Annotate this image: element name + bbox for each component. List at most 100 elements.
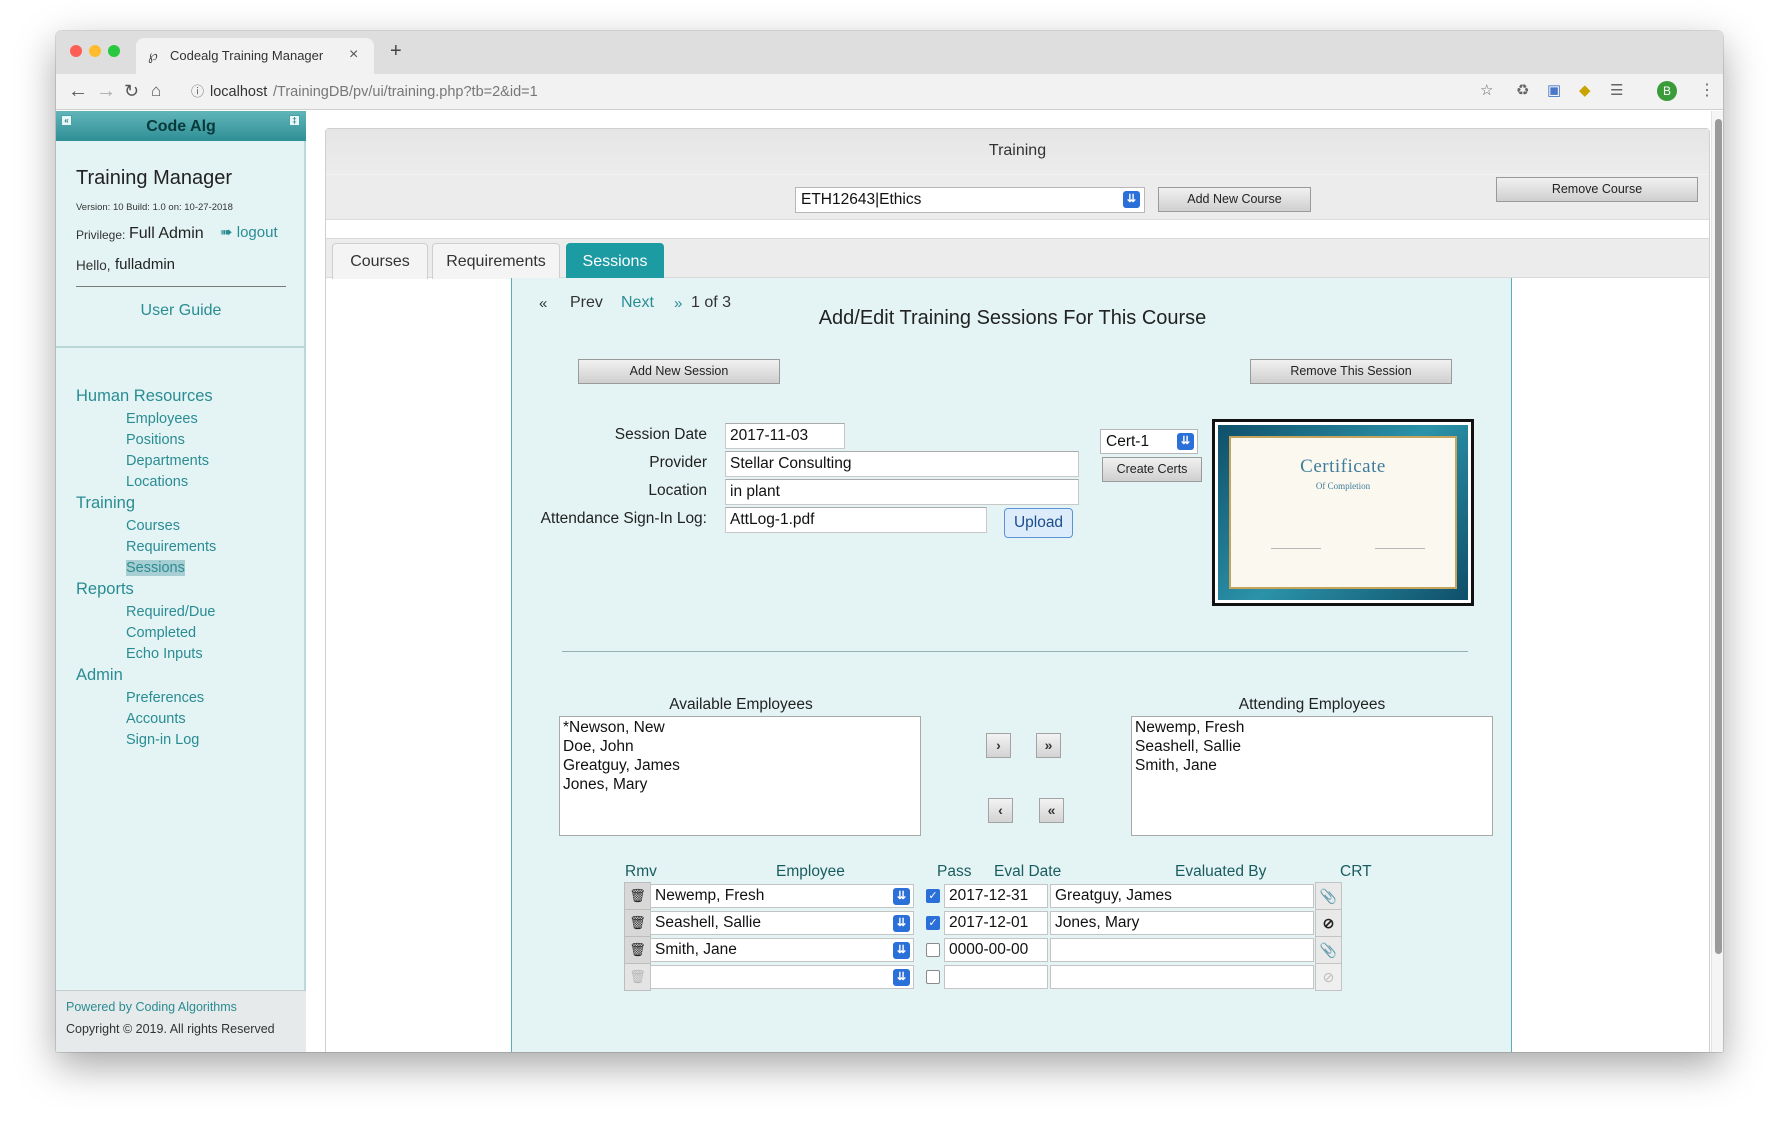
tab-sessions[interactable]: Sessions xyxy=(566,243,664,279)
ban-icon[interactable]: ⊘ xyxy=(1315,963,1342,991)
reload-icon[interactable]: ↻ xyxy=(124,79,139,103)
evaluated-by-field[interactable] xyxy=(1050,965,1314,989)
back-icon[interactable]: ← xyxy=(68,79,88,103)
recycle-extension-icon[interactable]: ♻ xyxy=(1516,81,1529,101)
employee-select[interactable]: Smith, Jane ⇊ xyxy=(650,938,914,962)
tab-close-icon[interactable]: × xyxy=(349,46,358,64)
logout-link[interactable]: ➠ logout xyxy=(220,223,278,241)
nav-item-requirements[interactable]: Requirements xyxy=(126,539,216,555)
nav-item-accounts[interactable]: Accounts xyxy=(126,711,186,727)
attending-employees-list[interactable]: Newemp, Fresh Seashell, Sallie Smith, Ja… xyxy=(1131,716,1493,836)
list-item[interactable]: Doe, John xyxy=(563,737,917,756)
hello-label: Hello, xyxy=(76,258,111,273)
evaluated-by-field[interactable]: Greatguy, James xyxy=(1050,884,1314,908)
nav-item-positions[interactable]: Positions xyxy=(126,432,185,448)
ban-icon[interactable]: ⊘ xyxy=(1315,909,1342,937)
collapse-sidebar-icon[interactable]: « xyxy=(61,115,72,126)
evaluated-by-field[interactable] xyxy=(1050,938,1314,962)
list-item[interactable]: Jones, Mary xyxy=(563,775,917,794)
nav-item-sign-in-log[interactable]: Sign-in Log xyxy=(126,732,199,748)
bookmark-star-icon[interactable]: ☆ xyxy=(1480,81,1493,101)
list-item[interactable]: Newemp, Fresh xyxy=(1135,718,1489,737)
add-course-button[interactable]: Add New Course xyxy=(1158,187,1311,212)
cert-select[interactable]: Cert-1 ⇊ xyxy=(1100,429,1198,454)
address-bar[interactable]: ⓘ localhost /TrainingDB/pv/ui/training.p… xyxy=(191,79,1536,105)
browser-tab[interactable]: ℘ Codealg Training Manager × xyxy=(136,38,374,74)
trash-icon[interactable]: 🗑 xyxy=(624,909,651,937)
nav-item-locations[interactable]: Locations xyxy=(126,474,188,490)
nav-item-courses[interactable]: Courses xyxy=(126,518,180,534)
scrollbar-thumb[interactable] xyxy=(1715,119,1722,954)
forward-icon[interactable]: → xyxy=(96,79,116,103)
list-item[interactable]: Smith, Jane xyxy=(1135,756,1489,775)
employee-select[interactable]: ⇊ xyxy=(650,965,914,989)
session-date-field[interactable]: 2017-11-03 xyxy=(725,423,845,449)
pass-checkbox[interactable] xyxy=(926,943,940,957)
nav-item-departments[interactable]: Departments xyxy=(126,453,209,469)
certificate-subtitle: Of Completion xyxy=(1315,481,1371,491)
eval-date-field[interactable]: 2017-12-31 xyxy=(944,884,1048,908)
nav-item-employees[interactable]: Employees xyxy=(126,411,198,427)
move-all-left-button[interactable]: « xyxy=(1039,798,1064,823)
paperclip-icon[interactable]: 📎 xyxy=(1315,936,1342,964)
eval-date-field[interactable]: 2017-12-01 xyxy=(944,911,1048,935)
home-icon[interactable]: ⌂ xyxy=(151,79,161,103)
eval-date-field[interactable]: 0000-00-00 xyxy=(944,938,1048,962)
cert-select-value: Cert-1 xyxy=(1106,433,1150,450)
move-one-left-button[interactable]: ‹ xyxy=(988,798,1013,823)
pin-extension-icon[interactable]: ◆ xyxy=(1579,81,1591,101)
cast-extension-icon[interactable]: ▣ xyxy=(1547,81,1561,101)
nav-item-preferences[interactable]: Preferences xyxy=(126,690,204,706)
list-item[interactable]: *Newson, New xyxy=(563,718,917,737)
move-all-right-button[interactable]: » xyxy=(1036,733,1061,758)
trash-icon[interactable]: 🗑 xyxy=(624,936,651,964)
new-tab-icon[interactable]: + xyxy=(390,40,402,63)
maximize-window-button[interactable] xyxy=(108,45,120,57)
user-guide-link[interactable]: User Guide xyxy=(56,302,306,320)
employee-select[interactable]: Newemp, Fresh ⇊ xyxy=(650,884,914,908)
available-employees-list[interactable]: *Newson, New Doe, John Greatguy, James J… xyxy=(559,716,921,836)
tab-requirements[interactable]: Requirements xyxy=(432,243,560,279)
remove-session-button[interactable]: Remove This Session xyxy=(1250,359,1452,384)
minimize-window-button[interactable] xyxy=(89,45,101,57)
employee-select[interactable]: Seashell, Sallie ⇊ xyxy=(650,911,914,935)
close-window-button[interactable] xyxy=(70,45,82,57)
powered-by-link[interactable]: Powered by Coding Algorithms xyxy=(66,1000,237,1014)
reader-extension-icon[interactable]: ☰ xyxy=(1610,81,1623,101)
chevron-down-icon: ⇊ xyxy=(893,942,910,959)
provider-field[interactable]: Stellar Consulting xyxy=(725,451,1079,477)
list-item[interactable]: Seashell, Sallie xyxy=(1135,737,1489,756)
attendance-file-field[interactable]: AttLog-1.pdf xyxy=(725,507,987,533)
pass-checkbox[interactable]: ✓ xyxy=(926,916,940,930)
list-item[interactable]: Greatguy, James xyxy=(563,756,917,775)
course-select[interactable]: ETH12643|Ethics ⇊ xyxy=(795,187,1145,213)
nav-item-echo-inputs[interactable]: Echo Inputs xyxy=(126,646,203,662)
nav-item-sessions[interactable]: Sessions xyxy=(126,560,185,576)
profile-avatar[interactable]: B xyxy=(1657,81,1677,101)
tab-courses[interactable]: Courses xyxy=(332,243,428,279)
training-header: Training xyxy=(326,129,1709,175)
location-field[interactable]: in plant xyxy=(725,479,1079,505)
eval-date-field[interactable] xyxy=(944,965,1048,989)
nav-section-reports[interactable]: Reports xyxy=(76,580,134,599)
scrollbar[interactable] xyxy=(1711,111,1723,1052)
nav-section-training[interactable]: Training xyxy=(76,494,135,513)
pass-checkbox[interactable]: ✓ xyxy=(926,889,940,903)
remove-course-button[interactable]: Remove Course xyxy=(1496,177,1698,202)
nav-section-admin[interactable]: Admin xyxy=(76,666,123,685)
move-one-right-button[interactable]: › xyxy=(986,733,1011,758)
nav-item-required-due[interactable]: Required/Due xyxy=(126,604,215,620)
pin-sidebar-icon[interactable]: ‡ xyxy=(289,115,300,126)
browser-menu-icon[interactable]: ⋮ xyxy=(1699,81,1715,101)
upload-button[interactable]: Upload xyxy=(1004,508,1073,538)
employee-value: Seashell, Sallie xyxy=(655,914,761,931)
evaluated-by-field[interactable]: Jones, Mary xyxy=(1050,911,1314,935)
pass-checkbox[interactable] xyxy=(926,970,940,984)
add-session-button[interactable]: Add New Session xyxy=(578,359,780,384)
nav-item-completed[interactable]: Completed xyxy=(126,625,196,641)
create-certs-button[interactable]: Create Certs xyxy=(1102,457,1202,482)
trash-icon[interactable]: 🗑 xyxy=(624,963,651,991)
trash-icon[interactable]: 🗑 xyxy=(624,882,651,910)
nav-section-human-resources[interactable]: Human Resources xyxy=(76,387,213,406)
paperclip-icon[interactable]: 📎 xyxy=(1315,882,1342,910)
